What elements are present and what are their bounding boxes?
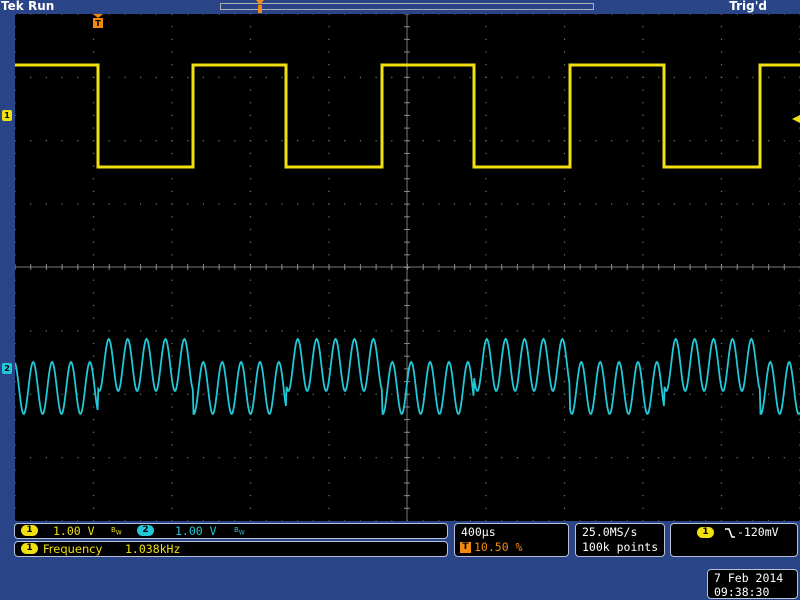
time: 09:38:30 — [714, 585, 770, 599]
ch1-ground-marker[interactable]: 1 — [2, 110, 12, 121]
trigger-status: Trig'd — [729, 0, 767, 13]
timebase-panel[interactable]: 400µs T 10.50 % — [454, 523, 569, 557]
run-state[interactable]: Run — [28, 0, 54, 13]
measurement-panel[interactable]: 1 Frequency 1.038kHz — [14, 541, 448, 557]
measurement-value: 1.038kHz — [125, 542, 181, 556]
acquisition-panel[interactable]: 25.0MS/s 100k points — [575, 523, 665, 557]
falling-edge-icon — [725, 528, 735, 538]
bandwidth-limit-icon: BW — [111, 526, 122, 537]
horizontal-position[interactable]: 10.50 % — [474, 540, 522, 554]
trigger-position-icon: T — [460, 542, 471, 553]
trigger-level[interactable]: -120mV — [737, 525, 779, 539]
ch1-scale[interactable]: 1.00 V — [53, 524, 95, 538]
trigger-source-badge: 1 — [697, 527, 714, 538]
date: 7 Feb 2014 — [714, 571, 784, 585]
graticule-grid — [15, 14, 800, 521]
record-view-bar[interactable] — [220, 3, 594, 10]
horizontal-scale[interactable]: 400µs — [461, 525, 496, 539]
sample-rate: 25.0MS/s — [582, 525, 638, 539]
record-length: 100k points — [582, 540, 659, 554]
ch2-ground-marker[interactable]: 2 — [2, 363, 12, 374]
measurement-name: Frequency — [43, 542, 103, 556]
trigger-panel[interactable]: 1 -120mV — [670, 523, 798, 557]
svg-text:T: T — [95, 19, 101, 28]
measurement-channel-badge: 1 — [21, 543, 38, 554]
graticule-and-traces: T — [15, 14, 800, 521]
channel-scale-panel[interactable]: 1 1.00 V BW 2 1.00 V BW — [14, 523, 448, 539]
datetime-panel: 7 Feb 2014 09:38:30 — [707, 569, 798, 599]
ch1-badge: 1 — [21, 525, 38, 536]
trigger-level-arrow-icon — [792, 115, 800, 123]
bandwidth-limit-icon: BW — [234, 526, 245, 537]
ch2-badge: 2 — [137, 525, 154, 536]
brand-logo: Tek — [1, 0, 24, 13]
waveform-display[interactable]: T — [15, 14, 800, 521]
trigger-position-marker-icon — [256, 0, 264, 13]
ch2-scale[interactable]: 1.00 V — [175, 524, 217, 538]
trigger-marker-icon: T — [93, 14, 103, 28]
top-status-bar: Tek Run Trig'd — [0, 0, 800, 14]
